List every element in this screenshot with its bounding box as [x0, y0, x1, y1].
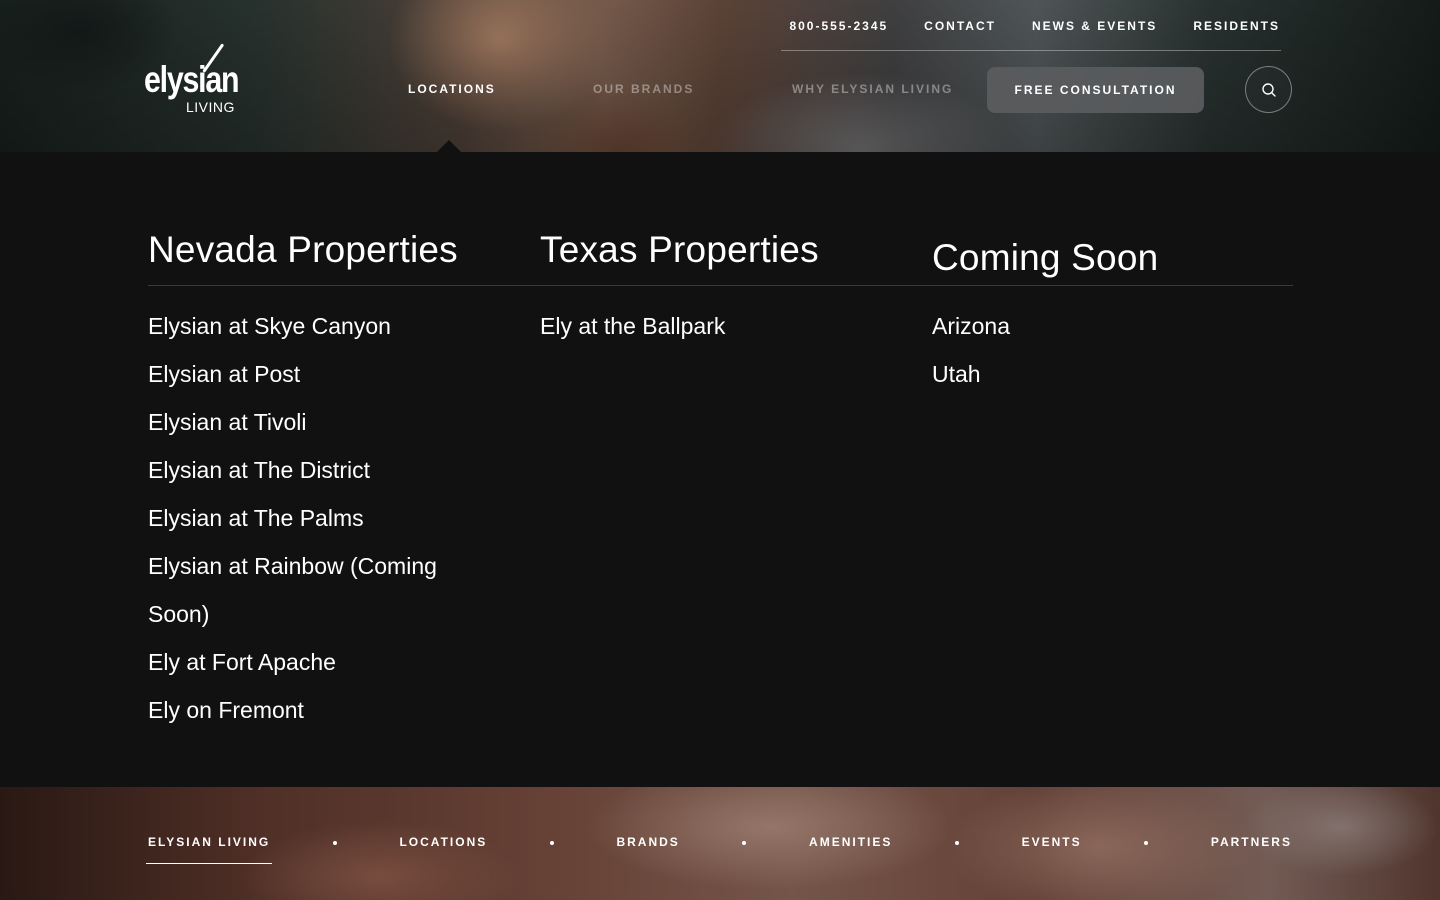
column-title: Nevada Properties	[148, 229, 458, 270]
section-nav-elysian-living[interactable]: ELYSIAN LIVING	[145, 835, 273, 864]
utility-nav: 800-555-2345 CONTACT NEWS & EVENTS RESID…	[789, 12, 1280, 40]
section-nav-amenities[interactable]: AMENITIES	[809, 835, 892, 851]
section-nav-partners[interactable]: PARTNERS	[1211, 835, 1292, 851]
column-title: Texas Properties	[540, 229, 819, 270]
column-coming-soon: Coming Soon Arizona Utah	[932, 228, 1292, 398]
site-header: elysian LIVING 800-555-2345 CONTACT NEWS…	[0, 0, 1440, 152]
location-link[interactable]: Elysian at Rainbow (Coming Soon)	[148, 542, 478, 638]
location-link[interactable]: Elysian at The District	[148, 446, 478, 494]
residents-link[interactable]: RESIDENTS	[1193, 19, 1280, 33]
free-consultation-button[interactable]: FREE CONSULTATION	[987, 67, 1204, 113]
section-nav: ELYSIAN LIVING LOCATIONS BRANDS AMENITIE…	[145, 835, 1292, 864]
location-link[interactable]: Elysian at Skye Canyon	[148, 302, 478, 350]
section-nav-events[interactable]: EVENTS	[1022, 835, 1082, 851]
column-texas-properties: Texas Properties Ely at the Ballpark	[540, 228, 900, 350]
separator-dot	[549, 841, 554, 845]
search-icon	[1261, 82, 1276, 97]
separator-dot	[332, 841, 337, 845]
page: elysian LIVING 800-555-2345 CONTACT NEWS…	[0, 0, 1440, 900]
location-link[interactable]: Ely at Fort Apache	[148, 638, 478, 686]
location-link[interactable]: Ely on Fremont	[148, 686, 478, 734]
column-nevada-properties: Nevada Properties Elysian at Skye Canyon…	[148, 228, 508, 734]
separator-dot	[1144, 841, 1149, 845]
section-nav-brands[interactable]: BRANDS	[616, 835, 679, 851]
separator-dot	[742, 841, 747, 845]
location-link[interactable]: Utah	[932, 350, 1292, 398]
utility-nav-divider	[781, 50, 1281, 51]
dropdown-caret	[437, 140, 461, 152]
column-title: Coming Soon	[932, 237, 1159, 278]
location-link[interactable]: Arizona	[932, 302, 1292, 350]
nav-our-brands[interactable]: OUR BRANDS	[593, 82, 694, 96]
logo-wordmark: elysian	[144, 59, 240, 100]
logo-subtext: LIVING	[186, 99, 235, 115]
news-events-link[interactable]: NEWS & EVENTS	[1032, 19, 1157, 33]
locations-dropdown: Nevada Properties Elysian at Skye Canyon…	[0, 152, 1440, 787]
contact-link[interactable]: CONTACT	[924, 19, 996, 33]
separator-dot	[954, 841, 959, 845]
site-logo[interactable]: elysian LIVING	[144, 38, 244, 118]
location-link[interactable]: Elysian at Post	[148, 350, 478, 398]
location-link[interactable]: Ely at the Ballpark	[540, 302, 900, 350]
nav-locations[interactable]: LOCATIONS	[408, 82, 496, 96]
location-link[interactable]: Elysian at Tivoli	[148, 398, 478, 446]
section-nav-locations[interactable]: LOCATIONS	[399, 835, 487, 851]
nav-why-elysian-living[interactable]: WHY ELYSIAN LIVING	[792, 82, 953, 96]
section-nav-strip: ELYSIAN LIVING LOCATIONS BRANDS AMENITIE…	[0, 787, 1440, 900]
phone-link[interactable]: 800-555-2345	[789, 19, 888, 33]
location-link[interactable]: Elysian at The Palms	[148, 494, 478, 542]
search-button[interactable]	[1245, 66, 1292, 113]
